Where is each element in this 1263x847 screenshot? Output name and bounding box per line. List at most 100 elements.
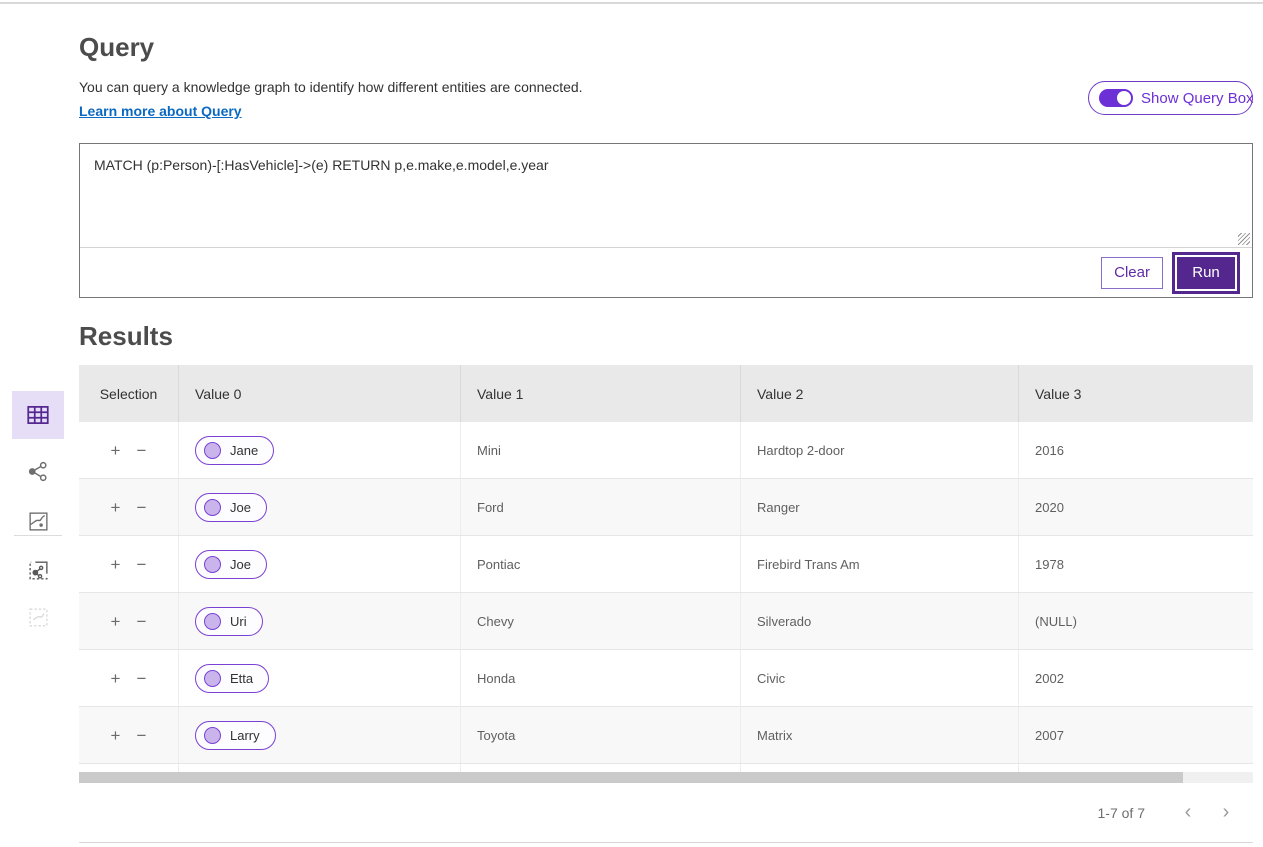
value0-cell: Etta bbox=[179, 650, 461, 706]
value1-cell: Honda bbox=[461, 650, 741, 706]
remove-from-selection-button[interactable]: − bbox=[129, 608, 155, 634]
value3-cell: 1978 bbox=[1019, 536, 1253, 592]
value2-cell: Civic bbox=[741, 650, 1019, 706]
selection-cell: + − bbox=[79, 593, 179, 649]
entity-badge[interactable]: Joe bbox=[195, 550, 267, 579]
value0-cell: Joe bbox=[179, 536, 461, 592]
value1-text: Toyota bbox=[477, 728, 515, 743]
add-to-selection-button[interactable]: + bbox=[103, 494, 129, 520]
value1-text: Ford bbox=[477, 500, 504, 515]
entity-name: Uri bbox=[230, 614, 247, 629]
next-page-button[interactable]: › bbox=[1211, 798, 1241, 828]
value1-text: Mini bbox=[477, 443, 501, 458]
remove-from-selection-button[interactable]: − bbox=[129, 437, 155, 463]
selection-cell: + − bbox=[79, 536, 179, 592]
entity-badge[interactable]: Uri bbox=[195, 607, 263, 636]
selection-cell: + − bbox=[79, 422, 179, 478]
new-map-button bbox=[12, 593, 64, 641]
value3-text: 2007 bbox=[1035, 728, 1064, 743]
value1-text: Honda bbox=[477, 671, 515, 686]
value1-cell: Mini bbox=[461, 422, 741, 478]
resize-handle[interactable] bbox=[1238, 233, 1250, 245]
entity-badge[interactable]: Joe bbox=[195, 493, 267, 522]
table-row: + − Joe Ford Ranger 2020 bbox=[79, 479, 1253, 536]
selection-cell: + − bbox=[79, 650, 179, 706]
value3-text: (NULL) bbox=[1035, 614, 1077, 629]
horizontal-scrollbar[interactable] bbox=[79, 772, 1253, 783]
value3-cell: (NULL) bbox=[1019, 593, 1253, 649]
window-top-border bbox=[0, 2, 1263, 4]
link-chart-view-button[interactable] bbox=[12, 447, 64, 495]
value3-text: 2020 bbox=[1035, 500, 1064, 515]
value3-cell: 2020 bbox=[1019, 479, 1253, 535]
toggle-label: Show Query Box bbox=[1141, 90, 1254, 107]
value3-cell: 2016 bbox=[1019, 422, 1253, 478]
value1-cell: Ford bbox=[461, 479, 741, 535]
value3-text: 1978 bbox=[1035, 557, 1064, 572]
remove-from-selection-button[interactable]: − bbox=[129, 722, 155, 748]
table-row: + − Etta Honda Civic 2002 bbox=[79, 650, 1253, 707]
learn-more-link[interactable]: Learn more about Query bbox=[79, 103, 242, 119]
previous-page-button[interactable]: ‹ bbox=[1173, 798, 1203, 828]
value1-cell: Chevy bbox=[461, 593, 741, 649]
results-footer: 1-7 of 7 ‹ › bbox=[79, 783, 1253, 843]
value0-cell: Jane bbox=[179, 422, 461, 478]
value0-cell: Larry bbox=[179, 707, 461, 763]
page-description: You can query a knowledge graph to ident… bbox=[79, 79, 583, 95]
column-header-value1: Value 1 bbox=[461, 365, 741, 422]
value3-text: 2002 bbox=[1035, 671, 1064, 686]
selection-cell: + − bbox=[79, 479, 179, 535]
add-to-selection-button[interactable]: + bbox=[103, 665, 129, 691]
entity-badge[interactable]: Etta bbox=[195, 664, 269, 693]
node-icon bbox=[204, 613, 221, 630]
column-header-selection: Selection bbox=[79, 365, 179, 422]
remove-from-selection-button[interactable]: − bbox=[129, 551, 155, 577]
value2-text: Ranger bbox=[757, 500, 800, 515]
value2-text: Hardtop 2-door bbox=[757, 443, 844, 458]
pagination-range: 1-7 of 7 bbox=[1098, 805, 1145, 821]
entity-badge[interactable]: Jane bbox=[195, 436, 274, 465]
table-body: + − Jane Mini Hardtop 2-door 2016 + − Jo… bbox=[79, 422, 1253, 764]
query-input[interactable]: MATCH (p:Person)-[:HasVehicle]->(e) RETU… bbox=[80, 144, 1252, 247]
node-icon bbox=[204, 670, 221, 687]
table-row: + − Joe Pontiac Firebird Trans Am 1978 bbox=[79, 536, 1253, 593]
entity-badge[interactable]: Larry bbox=[195, 721, 276, 750]
add-to-selection-button[interactable]: + bbox=[103, 437, 129, 463]
column-header-value0: Value 0 bbox=[179, 365, 461, 422]
map-view-icon bbox=[27, 510, 50, 533]
add-to-selection-button[interactable]: + bbox=[103, 722, 129, 748]
column-header-value2: Value 2 bbox=[741, 365, 1019, 422]
value1-text: Pontiac bbox=[477, 557, 520, 572]
column-header-value3: Value 3 bbox=[1019, 365, 1253, 422]
node-icon bbox=[204, 727, 221, 744]
run-button[interactable]: Run bbox=[1177, 257, 1235, 289]
results-table: Selection Value 0 Value 1 Value 2 Value … bbox=[79, 365, 1253, 774]
value3-cell: 2007 bbox=[1019, 707, 1253, 763]
query-editor: MATCH (p:Person)-[:HasVehicle]->(e) RETU… bbox=[79, 143, 1253, 298]
results-title: Results bbox=[79, 321, 173, 352]
map-view-button[interactable] bbox=[12, 497, 64, 545]
add-to-selection-button[interactable]: + bbox=[103, 608, 129, 634]
table-view-button[interactable] bbox=[12, 391, 64, 439]
page-title: Query bbox=[79, 32, 154, 63]
show-query-box-toggle[interactable]: Show Query Box bbox=[1088, 81, 1253, 115]
table-row: + − Uri Chevy Silverado (NULL) bbox=[79, 593, 1253, 650]
value2-cell: Ranger bbox=[741, 479, 1019, 535]
value2-text: Silverado bbox=[757, 614, 811, 629]
remove-from-selection-button[interactable]: − bbox=[129, 665, 155, 691]
scrollbar-thumb[interactable] bbox=[79, 772, 1183, 783]
clear-button[interactable]: Clear bbox=[1101, 257, 1163, 289]
new-link-chart-icon bbox=[27, 559, 50, 582]
value2-text: Civic bbox=[757, 671, 785, 686]
value2-text: Matrix bbox=[757, 728, 792, 743]
value2-cell: Silverado bbox=[741, 593, 1019, 649]
remove-from-selection-button[interactable]: − bbox=[129, 494, 155, 520]
add-to-selection-button[interactable]: + bbox=[103, 551, 129, 577]
new-map-icon bbox=[27, 606, 50, 629]
new-link-chart-button[interactable] bbox=[12, 546, 64, 594]
node-icon bbox=[204, 556, 221, 573]
table-row: + − Jane Mini Hardtop 2-door 2016 bbox=[79, 422, 1253, 479]
node-icon bbox=[204, 499, 221, 516]
toggle-switch-icon[interactable] bbox=[1099, 89, 1133, 107]
value0-cell: Joe bbox=[179, 479, 461, 535]
